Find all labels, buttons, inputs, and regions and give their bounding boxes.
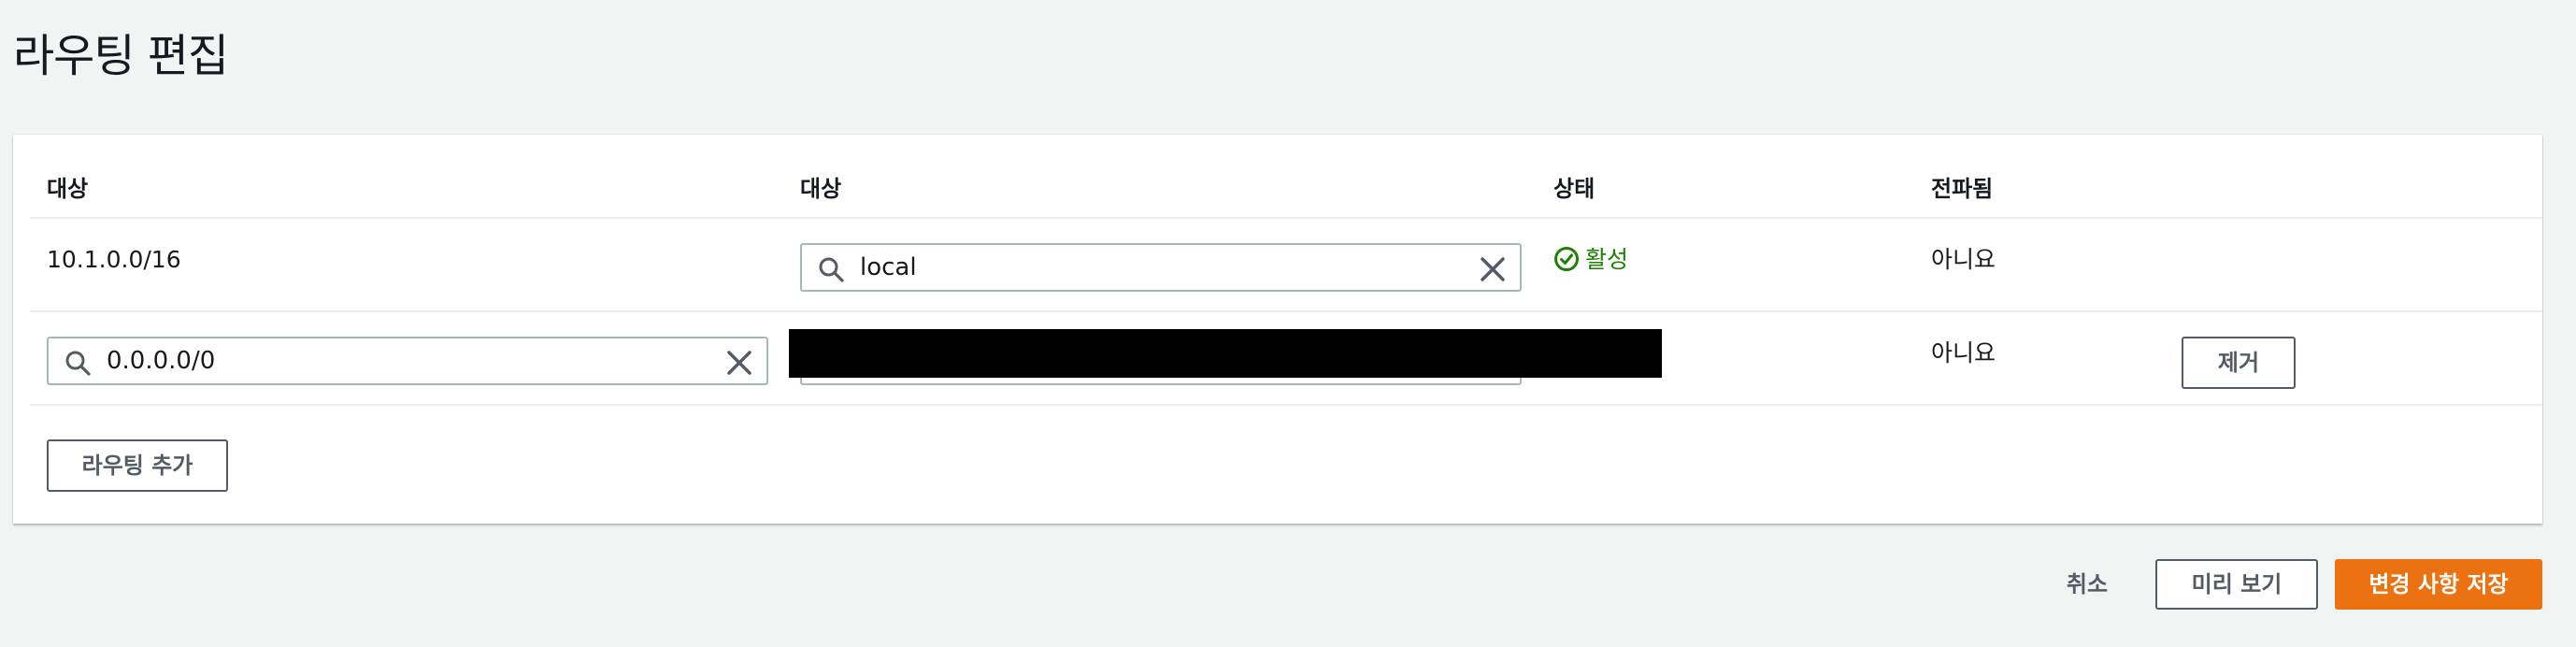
column-header-status: 상태	[1553, 176, 1596, 202]
add-route-button[interactable]: 라우팅 추가	[47, 439, 228, 492]
divider	[30, 404, 2542, 406]
check-circle-icon	[1554, 247, 1579, 271]
cancel-button[interactable]: 취소	[2047, 559, 2127, 610]
column-header-destination: 대상	[47, 176, 89, 202]
status-badge: 활성	[1553, 241, 1628, 279]
target-search-value: local	[860, 253, 917, 281]
remove-button[interactable]: 제거	[2182, 337, 2296, 389]
column-header-target: 대상	[800, 176, 842, 202]
close-icon[interactable]	[725, 349, 753, 377]
page-title: 라우팅 편집	[13, 30, 229, 82]
redaction-bar	[789, 329, 1662, 378]
destination-search-input[interactable]: 0.0.0.0/0	[47, 337, 768, 385]
target-search-input[interactable]: local	[800, 243, 1522, 292]
divider	[30, 217, 2542, 219]
propagated-cell: 아니요	[1931, 246, 1996, 273]
column-header-propagated: 전파됨	[1931, 176, 1994, 202]
close-icon[interactable]	[1479, 255, 1507, 283]
search-icon	[819, 257, 844, 282]
propagated-cell: 아니요	[1931, 339, 1996, 367]
divider	[30, 310, 2542, 312]
destination-search-value: 0.0.0.0/0	[107, 347, 216, 375]
destination-cell: 10.1.0.0/16	[47, 246, 181, 273]
preview-button[interactable]: 미리 보기	[2155, 559, 2318, 610]
search-icon	[65, 351, 91, 376]
save-changes-button[interactable]: 변경 사항 저장	[2335, 559, 2542, 610]
status-label: 활성	[1585, 246, 1629, 273]
